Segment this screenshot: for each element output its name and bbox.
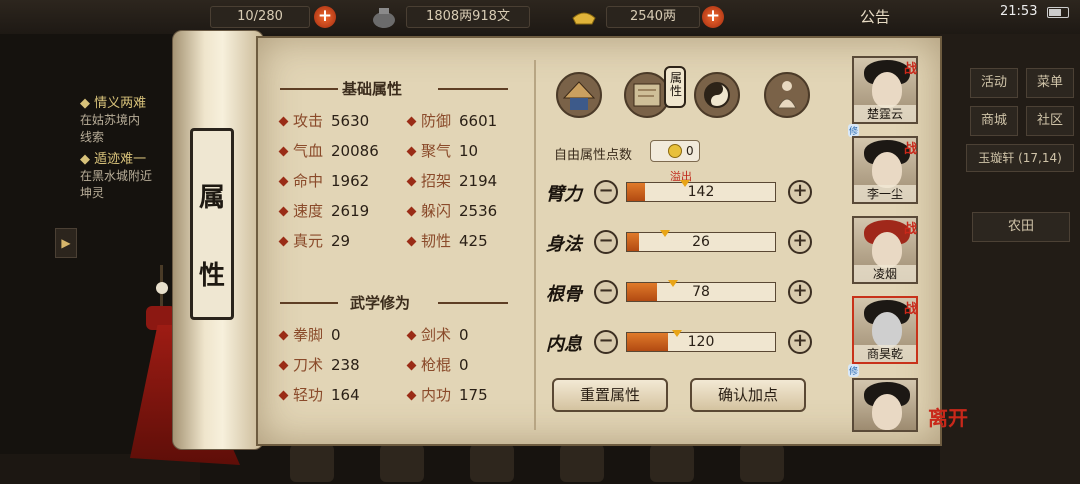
inner-breath-bar: 120 — [626, 332, 776, 352]
reset-attributes-button[interactable]: 重置属性 — [552, 378, 668, 412]
stat-hit: 命中 1962 — [278, 170, 369, 191]
add-capacity-button[interactable]: + — [314, 6, 336, 28]
bottom-menu-icon[interactable] — [560, 444, 604, 482]
stat-parry: 招架 2194 — [406, 170, 497, 191]
stat-zhenyuan: 真元 29 — [278, 230, 350, 251]
decrease-agility-button[interactable]: − — [594, 230, 618, 254]
panel-divider — [534, 60, 536, 430]
stat-sword: 剑术 0 — [406, 324, 469, 345]
notice-button[interactable]: 公告 — [860, 6, 890, 27]
martial-arts-title: 武学修为 — [350, 294, 411, 312]
jade-bead-icon — [156, 282, 168, 294]
decrease-strength-button[interactable]: − — [594, 180, 618, 204]
marker-icon — [680, 180, 690, 187]
attr-inner-breath-label: 内息 — [546, 334, 582, 355]
increase-inner-breath-button[interactable]: + — [788, 330, 812, 354]
leave-party-button[interactable]: 离开 — [928, 408, 968, 428]
base-attributes-title: 基础属性 — [342, 80, 403, 98]
stat-dodge: 躲闪 2536 — [406, 200, 497, 221]
bottom-menu-icon[interactable] — [380, 444, 424, 482]
attr-constitution-label: 根骨 — [546, 284, 582, 305]
coin-purse-icon — [370, 4, 398, 30]
top-resource-bar — [0, 0, 1080, 34]
bottom-menu-icon[interactable] — [740, 444, 784, 482]
expand-arrow-icon[interactable]: ▶ — [55, 228, 77, 258]
stat-speed: 速度 2619 — [278, 200, 369, 221]
constitution-bar: 78 — [626, 282, 776, 302]
battle-tag: 战 — [904, 62, 918, 77]
silver-ingot-icon — [570, 4, 598, 30]
free-points-value: 0 — [686, 144, 694, 158]
stat-attack: 攻击 5630 — [278, 110, 369, 131]
stat-blade: 刀术 238 — [278, 354, 360, 375]
silver-currency: 2540两 — [606, 6, 700, 28]
cultivation-badge: 修 — [848, 364, 860, 377]
stat-toughness: 韧性 425 — [406, 230, 488, 251]
battle-tag: 战 — [904, 302, 918, 317]
stat-lightness: 轻功 164 — [278, 384, 360, 405]
free-points-label: 自由属性点数 — [554, 148, 633, 163]
quest-item[interactable]: ◆ 情义两难 在姑苏境内 线索 — [80, 92, 146, 145]
attr-agility-label: 身法 — [546, 234, 582, 255]
increase-constitution-button[interactable]: + — [788, 280, 812, 304]
activity-button[interactable]: 活动 — [970, 68, 1018, 98]
stat-fist: 拳脚 0 — [278, 324, 341, 345]
bag-capacity: 10/280 — [210, 6, 310, 28]
stat-spear: 枪棍 0 — [406, 354, 469, 375]
bottom-menu-icon[interactable] — [290, 444, 334, 482]
increase-agility-button[interactable]: + — [788, 230, 812, 254]
add-silver-button[interactable]: + — [702, 6, 724, 28]
clock: 21:53 — [1000, 4, 1038, 19]
location-label[interactable]: 玉璇轩 (17,14) — [966, 144, 1074, 172]
increase-strength-button[interactable]: + — [788, 180, 812, 204]
meditation-figure-icon[interactable] — [764, 72, 810, 118]
party-member-portrait[interactable] — [852, 378, 918, 432]
marker-icon — [672, 330, 682, 337]
gold-coin-icon — [668, 144, 682, 158]
stat-qi: 聚气 10 — [406, 140, 478, 161]
bottom-menu-icon[interactable] — [650, 444, 694, 482]
community-button[interactable]: 社区 — [1026, 106, 1074, 136]
decrease-inner-breath-button[interactable]: − — [594, 330, 618, 354]
attr-strength-label: 臂力 — [546, 184, 582, 205]
battery-icon — [1047, 7, 1069, 18]
scroll-title-label: 属 性 — [190, 128, 234, 320]
menu-button[interactable]: 菜单 — [1026, 68, 1074, 98]
bamboo-hat-icon[interactable] — [556, 72, 602, 118]
marker-icon — [660, 230, 670, 237]
tab-attributes[interactable]: 属性 — [664, 66, 686, 108]
decrease-constitution-button[interactable]: − — [594, 280, 618, 304]
yin-yang-icon[interactable] — [694, 72, 740, 118]
battle-tag: 战 — [904, 142, 918, 157]
farm-button[interactable]: 农田 — [972, 212, 1070, 242]
ornament-line — [280, 88, 338, 90]
bottom-menu-icon[interactable] — [470, 444, 514, 482]
battle-tag: 战 — [904, 222, 918, 237]
shop-button[interactable]: 商城 — [970, 106, 1018, 136]
strength-bar: 142 — [626, 182, 776, 202]
agility-bar: 26 — [626, 232, 776, 252]
confirm-points-button[interactable]: 确认加点 — [690, 378, 806, 412]
stat-defense: 防御 6601 — [406, 110, 497, 131]
quest-item[interactable]: ◆ 遁迹难一 在黑水城附近 坤灵 — [80, 148, 152, 201]
ornament-line — [438, 88, 508, 90]
ornament-line — [438, 302, 508, 304]
stat-inner-power: 内功 175 — [406, 384, 488, 405]
copper-currency: 1808两918文 — [406, 6, 530, 28]
stat-hp: 气血 20086 — [278, 140, 379, 161]
ornament-line — [280, 302, 338, 304]
marker-icon — [668, 280, 678, 287]
